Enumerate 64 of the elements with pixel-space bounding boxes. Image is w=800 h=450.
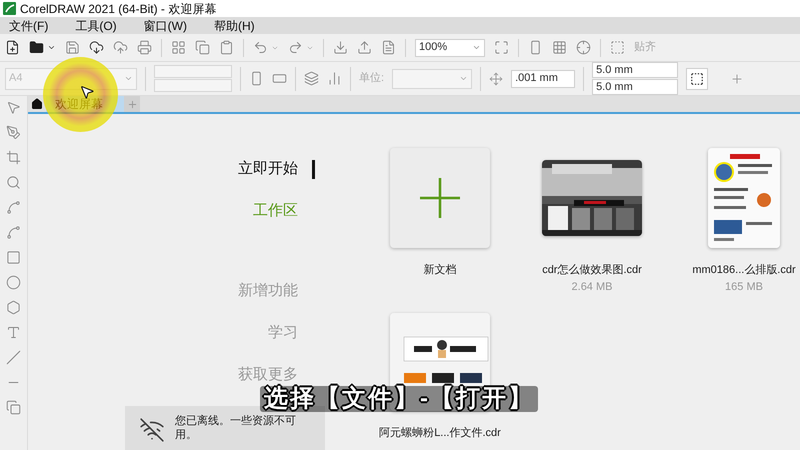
export-icon[interactable] <box>357 40 372 55</box>
new-document-icon[interactable] <box>5 40 20 55</box>
text-tool-icon[interactable] <box>6 325 21 340</box>
plus-icon <box>126 98 138 110</box>
zoom-level-field[interactable]: 100% <box>415 38 485 56</box>
offline-icon <box>139 417 165 443</box>
duplicate-y-field[interactable]: 5.0 mm <box>592 79 678 95</box>
save-icon[interactable] <box>65 40 80 55</box>
new-tab-button[interactable] <box>124 96 140 112</box>
nudge-distance-field[interactable]: .001 mm <box>511 70 576 88</box>
window-title: CorelDRAW 2021 (64-Bit) - 欢迎屏幕 <box>20 0 216 18</box>
grid-icon[interactable] <box>552 40 567 55</box>
file-name[interactable]: cdr怎么做效果图.cdr <box>542 262 642 278</box>
caret-icon <box>124 74 133 83</box>
menu-item[interactable]: 帮助(H) <box>214 16 255 34</box>
ellipse-tool-icon[interactable] <box>6 275 21 290</box>
file-name[interactable]: 阿元螺蛳粉L...作文件.cdr <box>379 425 501 442</box>
subtitle-caption: 选择【文件】-【打开】 <box>260 386 538 412</box>
selection-frame-icon <box>690 72 704 86</box>
curve-tool-icon[interactable] <box>6 225 21 240</box>
plus-icon <box>419 177 461 219</box>
caret-icon[interactable] <box>47 43 56 52</box>
caret-icon <box>459 74 468 83</box>
page-height-field[interactable] <box>154 79 232 92</box>
menu-item[interactable]: 窗口(W) <box>144 16 187 34</box>
menu-item[interactable]: 工具(O) <box>75 16 117 34</box>
file-name[interactable]: 新文档 <box>424 262 456 278</box>
menu-item[interactable]: 文件(F) <box>9 16 48 34</box>
nudge-icon <box>489 72 504 86</box>
units-label: 单位: <box>359 71 384 86</box>
offline-message: 您已离线。一些资源不可用。 <box>175 414 297 442</box>
file-size: 2.64 MB <box>572 280 612 294</box>
guidelines-icon[interactable] <box>576 40 591 55</box>
redo-icon[interactable] <box>288 40 303 55</box>
undo-icon[interactable] <box>253 40 268 55</box>
file-name[interactable]: mm0186...么排版.cdr <box>692 262 796 278</box>
add-icon[interactable] <box>730 72 744 86</box>
document-icon[interactable] <box>381 40 396 55</box>
cloud-upload-icon[interactable] <box>113 40 128 55</box>
new-document-card[interactable] <box>390 148 490 248</box>
all-pages-icon[interactable] <box>304 71 319 86</box>
paste-icon[interactable] <box>219 40 234 55</box>
polygon-tool-icon[interactable] <box>6 300 21 315</box>
launcher-icon[interactable] <box>610 40 625 55</box>
line-tool-icon[interactable] <box>6 350 21 365</box>
import-icon[interactable] <box>333 40 348 55</box>
cloud-download-icon[interactable] <box>89 40 104 55</box>
rectangle-tool-icon[interactable] <box>6 250 21 265</box>
nav-item[interactable]: 立即开始 <box>238 158 315 180</box>
duplicate-x-field[interactable]: 5.0 mm <box>592 62 678 78</box>
caret-icon <box>472 43 481 52</box>
shape-tool-icon[interactable] <box>6 125 21 140</box>
full-screen-icon[interactable] <box>494 40 509 55</box>
crop-tool-icon[interactable] <box>6 150 21 165</box>
selection-bounds-button[interactable] <box>686 68 708 90</box>
file-size: 165 MB <box>725 280 763 294</box>
page-width-field[interactable] <box>154 65 232 78</box>
printer-icon[interactable] <box>137 40 152 55</box>
copy-icon[interactable] <box>195 40 210 55</box>
freehand-tool-icon[interactable] <box>6 200 21 215</box>
open-folder-icon[interactable] <box>29 40 44 55</box>
pointer-tool-icon[interactable] <box>6 100 21 115</box>
zoom-tool-icon[interactable] <box>6 175 21 190</box>
shadow-tool-icon[interactable] <box>6 400 21 415</box>
